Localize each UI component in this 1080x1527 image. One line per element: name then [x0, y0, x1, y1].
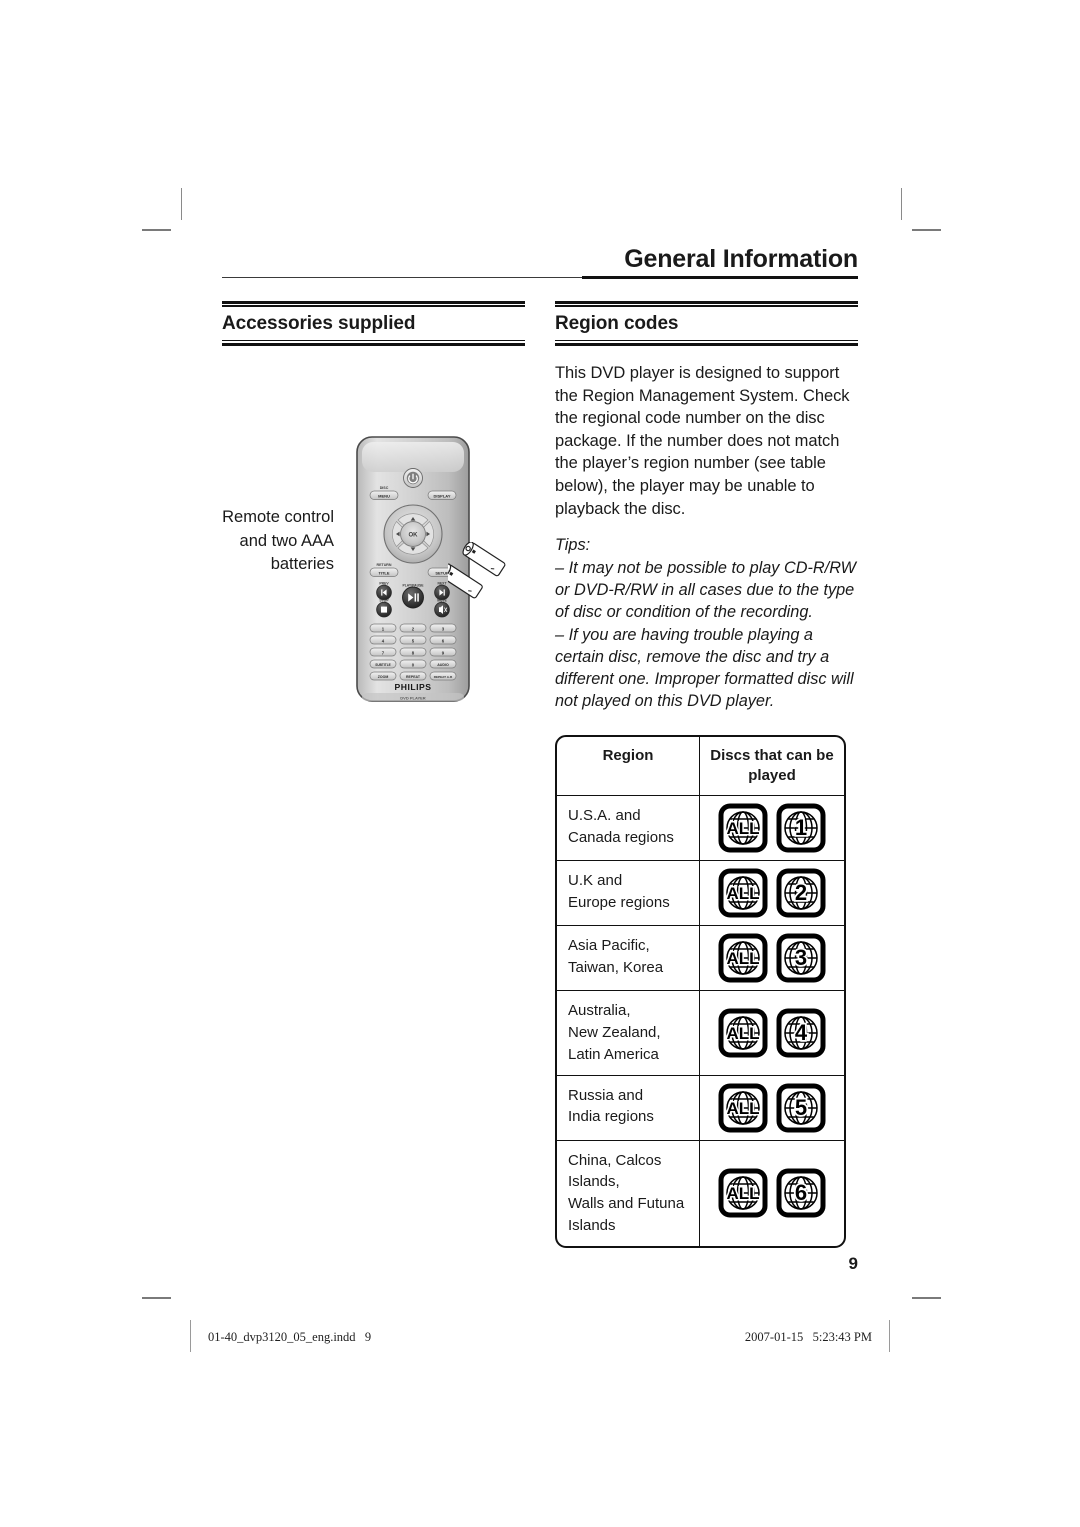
- table-cell-discs: ALL 6: [700, 1141, 844, 1246]
- svg-text:REPEAT A-B: REPEAT A-B: [434, 675, 453, 679]
- table-body: U.S.A. and Canada regions ALL 1 U.K and …: [557, 795, 844, 1246]
- region-badge-icon: 1: [776, 803, 826, 853]
- region-badge-icon: ALL: [718, 1083, 768, 1132]
- print-footer: 01-40_dvp3120_05_eng.indd 9 2007-01-15 5…: [150, 1318, 930, 1358]
- crop-mark-top-right-vertical: [901, 188, 902, 220]
- svg-text:REPEAT: REPEAT: [406, 675, 421, 679]
- crop-mark-top-left-vertical: [181, 188, 182, 220]
- table-header-region: Region: [557, 736, 700, 796]
- svg-text:DVD PLAYER: DVD PLAYER: [400, 695, 426, 700]
- table-cell-discs: ALL 2: [700, 861, 844, 925]
- footer-timestamp: 2007-01-15 5:23:43 PM: [744, 1330, 872, 1344]
- crop-mark-top-right-horizontal: [912, 229, 941, 231]
- svg-text:4: 4: [795, 1020, 808, 1045]
- region-badge-icon: ALL: [718, 933, 768, 983]
- footer-rule-left: [190, 1320, 191, 1352]
- svg-text:AUDIO: AUDIO: [437, 663, 449, 667]
- table-header-row: Region Discs that can be played: [557, 736, 844, 796]
- crop-mark-bottom-right-horizontal: [912, 1297, 941, 1299]
- region-badge-icon: ALL: [718, 1008, 768, 1058]
- table-row: Australia, New Zealand, Latin America AL…: [557, 990, 844, 1075]
- svg-text:RETURN: RETURN: [377, 563, 392, 567]
- table-cell-region: Russia and India regions: [557, 1075, 700, 1140]
- accessory-artwork: DISC MENU DISPLAY OK RETURN TITLE SETUP …: [340, 434, 525, 734]
- table-cell-discs: ALL 5: [700, 1076, 844, 1140]
- footer-filename: 01-40_dvp3120_05_eng.indd 9: [208, 1330, 372, 1344]
- tips-block: Tips: – It may not be possible to play C…: [555, 534, 858, 713]
- svg-text:ALL: ALL: [726, 1184, 759, 1203]
- region-badge-icon: 4: [776, 1008, 826, 1058]
- table-cell-region: China, Calcos Islands, Walls and Futuna …: [557, 1140, 700, 1246]
- column-right: Region codes This DVD player is designed…: [555, 301, 858, 1248]
- region-badge-icon: 2: [776, 868, 826, 918]
- running-head-rule: [222, 276, 858, 280]
- table-cell-region: U.S.A. and Canada regions: [557, 796, 700, 861]
- region-badge-icon: 6: [776, 1168, 826, 1218]
- accessory-illustration-block: Remote control and two AAA batteries DIS…: [222, 434, 525, 734]
- section-heading-region-codes: Region codes: [555, 301, 858, 346]
- page-title: General Information: [624, 245, 858, 273]
- svg-text:ALL: ALL: [726, 949, 759, 968]
- svg-text:SUBTITLE: SUBTITLE: [375, 663, 391, 667]
- svg-text:1: 1: [795, 815, 807, 840]
- table-cell-region: Asia Pacific, Taiwan, Korea: [557, 926, 700, 991]
- crop-mark-top-left-horizontal: [142, 229, 171, 231]
- region-codes-table: Region Discs that can be played U.S.A. a…: [555, 734, 846, 1248]
- svg-text:SETUP: SETUP: [435, 571, 449, 576]
- table-header-discs: Discs that can be played: [710, 746, 834, 784]
- region-badge-icon: 3: [776, 933, 826, 983]
- two-column-body: Accessories supplied Remote control and …: [222, 301, 858, 1248]
- region-badge-icon: ALL: [718, 1168, 768, 1218]
- table-cell-discs: ALL 4: [700, 991, 844, 1074]
- svg-text:DISPLAY: DISPLAY: [434, 494, 451, 499]
- svg-text:3: 3: [795, 945, 807, 970]
- region-badge-icon: ALL: [718, 803, 768, 853]
- section-title-region-codes: Region codes: [555, 313, 679, 335]
- svg-text:ALL: ALL: [726, 1024, 759, 1043]
- svg-text:ALL: ALL: [726, 884, 759, 903]
- region-codes-paragraph: This DVD player is designed to support t…: [555, 364, 850, 518]
- svg-text:5: 5: [795, 1095, 807, 1120]
- tip-item: – If you are having trouble playing a ce…: [555, 625, 854, 711]
- svg-text:ALL: ALL: [726, 1099, 759, 1118]
- svg-text:DISC: DISC: [380, 486, 389, 490]
- table-cell-region: U.K and Europe regions: [557, 861, 700, 926]
- tips-label: Tips:: [555, 536, 591, 555]
- svg-text:ZOOM: ZOOM: [378, 675, 389, 679]
- tip-item: – It may not be possible to play CD-R/RW…: [555, 558, 857, 622]
- table-cell-discs: ALL 1: [700, 796, 844, 860]
- svg-text:MENU: MENU: [378, 494, 390, 499]
- table-cell-region: Australia, New Zealand, Latin America: [557, 991, 700, 1075]
- page-number: 9: [848, 1254, 858, 1273]
- page-content: General Information Accessories supplied…: [222, 245, 858, 1273]
- table-cell-discs: ALL 3: [700, 926, 844, 990]
- region-badge-icon: 5: [776, 1083, 826, 1132]
- table-row: Asia Pacific, Taiwan, Korea ALL 3: [557, 925, 844, 991]
- svg-text:2: 2: [795, 880, 807, 905]
- crop-mark-bottom-left-horizontal: [142, 1297, 171, 1299]
- region-badge-icon: ALL: [718, 868, 768, 918]
- section-title-accessories: Accessories supplied: [222, 313, 416, 335]
- table-row: U.K and Europe regions ALL 2: [557, 860, 844, 926]
- svg-text:6: 6: [795, 1180, 807, 1205]
- svg-text:ALL: ALL: [726, 819, 759, 838]
- svg-text:TITLE: TITLE: [378, 571, 389, 576]
- table-row: China, Calcos Islands, Walls and Futuna …: [557, 1139, 844, 1246]
- accessory-caption: Remote control and two AAA batteries: [222, 508, 334, 573]
- aaa-batteries-illustration: [439, 541, 516, 613]
- table-row: Russia and India regions ALL 5: [557, 1074, 844, 1140]
- column-left: Accessories supplied Remote control and …: [222, 301, 525, 1247]
- table-row: U.S.A. and Canada regions ALL 1: [557, 795, 844, 861]
- section-heading-accessories: Accessories supplied: [222, 301, 525, 346]
- svg-text:PHILIPS: PHILIPS: [395, 682, 432, 692]
- svg-text:OK: OK: [409, 532, 419, 538]
- footer-rule-right: [889, 1320, 890, 1352]
